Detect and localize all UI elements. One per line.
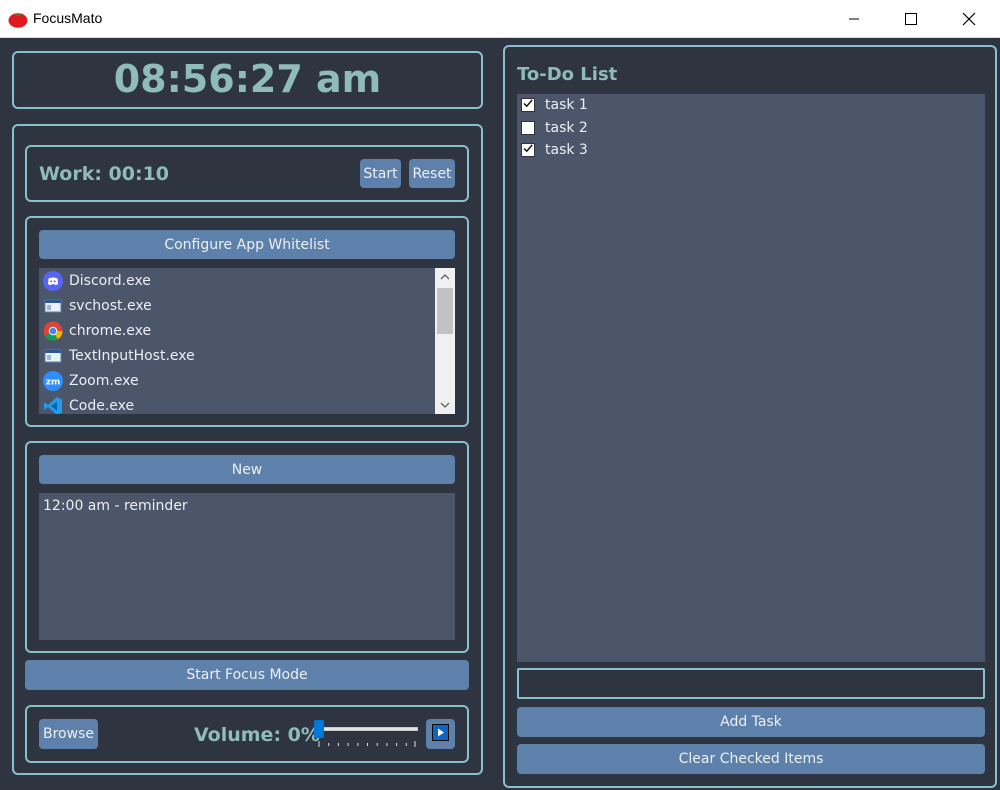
new-task-input[interactable] <box>517 668 985 699</box>
app-name: TextInputHost.exe <box>69 347 195 364</box>
svg-text:zm: zm <box>46 377 61 387</box>
todo-item[interactable]: task 3 <box>521 139 588 161</box>
window-title: FocusMato <box>33 10 103 26</box>
todo-title: To-Do List <box>517 64 618 85</box>
todo-item[interactable]: task 1 <box>521 94 588 116</box>
todo-label: task 2 <box>545 120 588 136</box>
list-item[interactable]: svchost.exe <box>43 293 152 318</box>
close-button[interactable] <box>940 0 998 38</box>
list-item[interactable]: Code.exe <box>43 393 134 414</box>
clock-display: 08:56:27 am <box>113 57 382 101</box>
app-name: Code.exe <box>69 397 135 414</box>
reminders-frame: New 12:00 am - reminder <box>25 441 469 653</box>
todo-list[interactable]: task 1 task 2 task 3 <box>517 94 985 662</box>
whitelist-scrollbar[interactable] <box>435 268 455 414</box>
app-name: svchost.exe <box>69 297 152 314</box>
start-focus-mode-button[interactable]: Start Focus Mode <box>25 660 469 690</box>
clock-frame: 08:56:27 am <box>12 51 483 109</box>
volume-label: Volume: 0% <box>194 724 320 746</box>
scroll-thumb[interactable] <box>437 288 453 334</box>
new-reminder-button[interactable]: New <box>39 455 455 484</box>
todo-checkbox[interactable] <box>521 143 535 157</box>
list-item[interactable]: chrome.exe <box>43 318 151 343</box>
play-icon <box>432 723 449 745</box>
todo-label: task 1 <box>545 97 588 113</box>
timer-frame: Work: 00:10 Start Reset <box>25 145 469 202</box>
reminders-list[interactable]: 12:00 am - reminder <box>39 493 455 640</box>
vscode-icon <box>43 396 63 414</box>
chrome-icon <box>43 321 63 341</box>
list-item[interactable]: zm Zoom.exe <box>43 368 139 393</box>
window-icon <box>43 346 63 366</box>
app-client-area: 08:56:27 am Work: 00:10 Start Reset Conf… <box>0 38 1000 790</box>
window-icon <box>43 296 63 316</box>
reminder-text: 12:00 am - reminder <box>43 497 188 514</box>
clear-checked-button[interactable]: Clear Checked Items <box>517 744 985 774</box>
slider-thumb[interactable] <box>314 720 324 738</box>
list-item[interactable]: 12:00 am - reminder <box>43 493 188 518</box>
whitelist-list[interactable]: Discord.exe svchost.exe chrome.exe TextI… <box>39 268 455 414</box>
whitelist-frame: Configure App Whitelist Discord.exe svch… <box>25 216 469 427</box>
maximize-button[interactable] <box>882 0 940 38</box>
zoom-icon: zm <box>43 370 63 391</box>
checkmark-icon <box>522 142 534 158</box>
todo-item[interactable]: task 2 <box>521 117 588 139</box>
slider-ticks <box>318 741 416 747</box>
audio-frame: Browse Volume: 0% <box>25 705 469 763</box>
scroll-up-icon[interactable] <box>435 268 455 286</box>
title-bar: FocusMato <box>0 0 1000 38</box>
todo-panel: To-Do List task 1 task 2 task 3 Add Task… <box>503 45 997 788</box>
list-item[interactable]: TextInputHost.exe <box>43 343 195 368</box>
app-name: Discord.exe <box>69 272 151 289</box>
tomato-icon <box>8 10 28 28</box>
discord-icon <box>43 270 63 291</box>
minimize-button[interactable] <box>825 0 883 38</box>
play-button[interactable] <box>426 719 455 749</box>
timer-label: Work: 00:10 <box>39 163 170 185</box>
add-task-button[interactable]: Add Task <box>517 707 985 737</box>
slider-track <box>316 727 418 731</box>
app-name: Zoom.exe <box>69 372 139 389</box>
checkmark-icon <box>522 97 534 113</box>
reset-button[interactable]: Reset <box>409 159 455 188</box>
browse-button[interactable]: Browse <box>39 719 98 749</box>
configure-whitelist-button[interactable]: Configure App Whitelist <box>39 230 455 259</box>
todo-checkbox[interactable] <box>521 121 535 135</box>
volume-slider[interactable] <box>314 717 420 751</box>
scroll-down-icon[interactable] <box>435 396 455 414</box>
todo-checkbox[interactable] <box>521 98 535 112</box>
left-panel: Work: 00:10 Start Reset Configure App Wh… <box>12 124 483 775</box>
list-item[interactable]: Discord.exe <box>43 268 151 293</box>
todo-label: task 3 <box>545 142 588 158</box>
app-name: chrome.exe <box>69 322 152 339</box>
start-button[interactable]: Start <box>360 159 401 188</box>
